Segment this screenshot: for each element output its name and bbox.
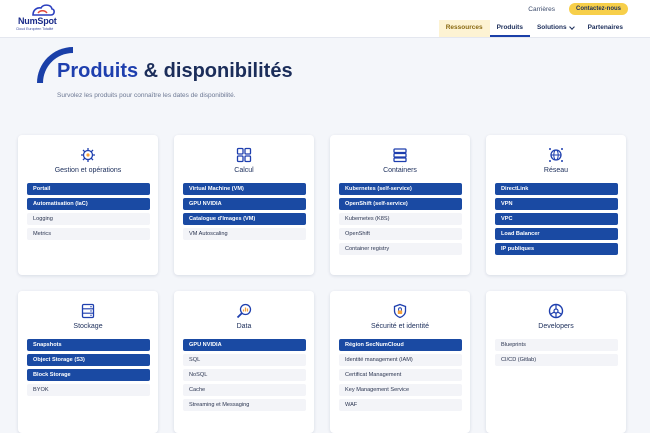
careers-link[interactable]: Carrières bbox=[528, 6, 555, 13]
product-nosql[interactable]: NoSQL bbox=[183, 369, 306, 381]
product-list: Snapshots Object Storage (S3) Block Stor… bbox=[27, 339, 150, 399]
card-containers: Containers Kubernetes (self-service) Ope… bbox=[330, 135, 470, 275]
product-region-secnumcloud[interactable]: Région SecNumCloud bbox=[339, 339, 462, 351]
product-waf[interactable]: WAF bbox=[339, 399, 462, 411]
nav-item-label: Solutions bbox=[536, 24, 567, 31]
page-title: Produits & disponibilités bbox=[57, 60, 293, 83]
product-streaming[interactable]: Streaming et Messaging bbox=[183, 399, 306, 411]
product-certificat-management[interactable]: Certificat Management bbox=[339, 369, 462, 381]
card-developers: Developers Blueprints CI/CD (Gitlab) bbox=[486, 291, 626, 433]
product-list: Kubernetes (self-service) OpenShift (sel… bbox=[339, 183, 462, 258]
card-stockage: Stockage Snapshots Object Storage (S3) B… bbox=[18, 291, 158, 433]
data-search-icon bbox=[236, 303, 252, 319]
product-openshift-self-service[interactable]: OpenShift (self-service) bbox=[339, 198, 462, 210]
card-title: Gestion et opérations bbox=[54, 167, 122, 174]
product-list: Portail Automatisation (IaC) Logging Met… bbox=[27, 183, 150, 243]
logo-name: NumSpot bbox=[18, 16, 57, 26]
product-key-management[interactable]: Key Management Service bbox=[339, 384, 462, 396]
compute-grid-icon bbox=[236, 147, 252, 163]
product-snapshots[interactable]: Snapshots bbox=[27, 339, 150, 351]
contact-button[interactable]: Contactez-nous bbox=[569, 3, 628, 15]
nav-item-label: Produits bbox=[496, 24, 523, 31]
card-title: Sécurité et identité bbox=[371, 323, 429, 330]
main-nav: Ressources Produits Solutions Partenaire… bbox=[438, 20, 630, 37]
product-gpu-nvidia-data[interactable]: GPU NVIDIA bbox=[183, 339, 306, 351]
product-list: GPU NVIDIA SQL NoSQL Cache Streaming et … bbox=[183, 339, 306, 414]
card-data: Data GPU NVIDIA SQL NoSQL Cache Streamin… bbox=[174, 291, 314, 433]
network-globe-icon bbox=[549, 148, 563, 162]
product-list: Blueprints CI/CD (Gitlab) bbox=[495, 339, 618, 369]
product-ci-cd-gitlab[interactable]: CI/CD (Gitlab) bbox=[495, 354, 618, 366]
card-securite-identite: Sécurité et identité Région SecNumCloud … bbox=[330, 291, 470, 433]
logo-tagline: Cloud Européen Totalité bbox=[16, 27, 54, 31]
product-vm-autoscaling[interactable]: VM Autoscaling bbox=[183, 228, 306, 240]
product-logging[interactable]: Logging bbox=[27, 213, 150, 225]
nav-item-label: Partenaires bbox=[587, 24, 623, 31]
product-automatisation[interactable]: Automatisation (IaC) bbox=[27, 198, 150, 210]
product-metrics[interactable]: Metrics bbox=[27, 228, 150, 240]
card-calcul: Calcul Virtual Machine (VM) GPU NVIDIA C… bbox=[174, 135, 314, 275]
page-subtitle: Survolez les produits pour connaître les… bbox=[57, 92, 236, 99]
card-title: Data bbox=[236, 323, 252, 330]
card-title: Developers bbox=[538, 323, 574, 330]
chevron-down-icon bbox=[568, 24, 575, 30]
product-sql[interactable]: SQL bbox=[183, 354, 306, 366]
top-links: Carrières Contactez-nous bbox=[528, 3, 628, 15]
product-cache[interactable]: Cache bbox=[183, 384, 306, 396]
product-gpu-nvidia[interactable]: GPU NVIDIA bbox=[183, 198, 306, 210]
product-iam[interactable]: Identité management (IAM) bbox=[339, 354, 462, 366]
product-container-registry[interactable]: Container registry bbox=[339, 243, 462, 255]
title-rest: & disponibilités bbox=[138, 60, 293, 82]
product-blueprints[interactable]: Blueprints bbox=[495, 339, 618, 351]
product-catalogue-images[interactable]: Catalogue d'Images (VM) bbox=[183, 213, 306, 225]
product-list: DirectLink VPN VPC Load Balancer IP publ… bbox=[495, 183, 618, 258]
card-title: Stockage bbox=[73, 323, 103, 330]
storage-server-icon bbox=[81, 303, 95, 319]
site-header: NumSpot Cloud Européen Totalité Carrière… bbox=[0, 0, 650, 38]
product-directlink[interactable]: DirectLink bbox=[495, 183, 618, 195]
nav-item-ressources[interactable]: Ressources bbox=[438, 20, 490, 37]
card-gestion-operations: Gestion et opérations Portail Automatisa… bbox=[18, 135, 158, 275]
gear-settings-icon bbox=[81, 148, 95, 162]
card-reseau: Réseau DirectLink VPN VPC Load Balancer … bbox=[486, 135, 626, 275]
product-list: Région SecNumCloud Identité management (… bbox=[339, 339, 462, 414]
product-kubernetes-self-service[interactable]: Kubernetes (self-service) bbox=[339, 183, 462, 195]
product-byok[interactable]: BYOK bbox=[27, 384, 150, 396]
card-title: Calcul bbox=[234, 167, 254, 174]
product-openshift[interactable]: OpenShift bbox=[339, 228, 462, 240]
product-vpn[interactable]: VPN bbox=[495, 198, 618, 210]
product-virtual-machine[interactable]: Virtual Machine (VM) bbox=[183, 183, 306, 195]
card-title: Containers bbox=[383, 167, 417, 174]
container-stack-icon bbox=[393, 148, 407, 163]
product-kubernetes-k8s[interactable]: Kubernetes (K8S) bbox=[339, 213, 462, 225]
nav-item-partenaires[interactable]: Partenaires bbox=[581, 20, 630, 37]
nav-item-label: Ressources bbox=[445, 24, 483, 31]
nav-item-produits[interactable]: Produits bbox=[489, 20, 530, 37]
product-ip-publiques[interactable]: IP publiques bbox=[495, 243, 618, 255]
title-highlight: Produits bbox=[57, 60, 139, 82]
product-vpc[interactable]: VPC bbox=[495, 213, 618, 225]
cloud-logo-icon bbox=[32, 4, 55, 16]
product-list: Virtual Machine (VM) GPU NVIDIA Catalogu… bbox=[183, 183, 306, 243]
product-portail[interactable]: Portail bbox=[27, 183, 150, 195]
security-shield-icon bbox=[393, 303, 407, 319]
nav-item-solutions[interactable]: Solutions bbox=[530, 20, 581, 37]
product-block-storage[interactable]: Block Storage bbox=[27, 369, 150, 381]
numspot-logo[interactable]: NumSpot Cloud Européen Totalité bbox=[12, 4, 76, 34]
product-object-storage[interactable]: Object Storage (S3) bbox=[27, 354, 150, 366]
card-title: Réseau bbox=[543, 167, 569, 174]
product-load-balancer[interactable]: Load Balancer bbox=[495, 228, 618, 240]
developer-wheel-icon bbox=[548, 303, 564, 319]
